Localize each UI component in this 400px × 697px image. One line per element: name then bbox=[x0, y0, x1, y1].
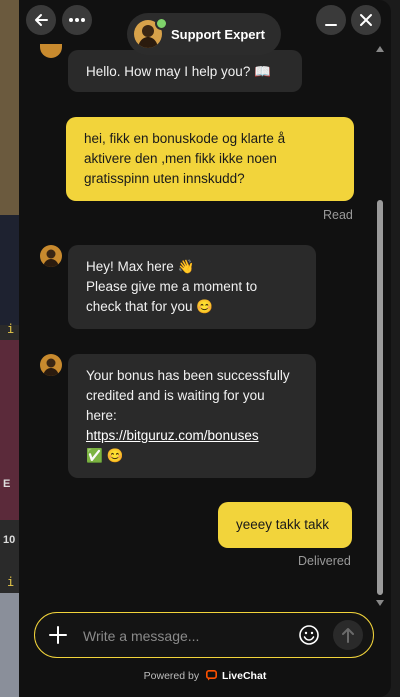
user-message: hei, fikk en bonuskode og klarte å aktiv… bbox=[66, 117, 354, 201]
minimize-button[interactable] bbox=[316, 5, 346, 35]
background-text: 10 bbox=[3, 534, 16, 546]
message-text: Please give me a moment to bbox=[86, 279, 258, 294]
message-text: check that for you 😊 bbox=[86, 299, 214, 314]
close-button[interactable] bbox=[351, 5, 381, 35]
chat-widget: Support Expert Hello. How may I help you… bbox=[19, 0, 391, 697]
read-status: Read bbox=[323, 208, 353, 222]
powered-prefix: Powered by bbox=[143, 670, 200, 682]
close-icon bbox=[360, 14, 372, 26]
message-text: gratisspinn uten innskudd? bbox=[84, 171, 245, 186]
scroll-down-icon[interactable] bbox=[376, 600, 384, 606]
info-icon[interactable]: i bbox=[7, 322, 14, 336]
message-text: hei, fikk en bonuskode og klarte å bbox=[84, 131, 286, 146]
send-button[interactable] bbox=[333, 620, 363, 650]
menu-button[interactable] bbox=[62, 5, 92, 35]
agent-message: Hey! Max here 👋 Please give me a moment … bbox=[68, 245, 316, 329]
plus-icon[interactable] bbox=[49, 626, 67, 644]
user-message: yeeey takk takk bbox=[218, 502, 352, 548]
message-scrollbar[interactable] bbox=[374, 44, 386, 610]
message-text: Hello. How may I help you? 📖 bbox=[86, 64, 271, 79]
arrow-left-icon bbox=[35, 14, 48, 26]
message-input[interactable] bbox=[81, 623, 285, 649]
scroll-up-icon[interactable] bbox=[376, 46, 384, 52]
message-list[interactable]: Hello. How may I help you? 📖 hei, fikk e… bbox=[19, 44, 371, 610]
agent-badge: Support Expert bbox=[127, 13, 281, 55]
powered-by[interactable]: Powered by LiveChat bbox=[19, 670, 391, 682]
message-text: yeeey takk takk bbox=[236, 517, 330, 532]
message-composer bbox=[34, 612, 374, 658]
brand-name: LiveChat bbox=[221, 670, 267, 682]
agent-title: Support Expert bbox=[171, 26, 265, 42]
message-text: here: bbox=[86, 408, 117, 423]
message-text: credited and is waiting for you bbox=[86, 388, 265, 403]
message-emoji: ✅ 😊 bbox=[86, 448, 124, 463]
agent-avatar bbox=[40, 354, 62, 376]
agent-message: Hello. How may I help you? 📖 bbox=[68, 50, 302, 92]
scroll-thumb[interactable] bbox=[377, 200, 383, 595]
bonus-link[interactable]: https://bitguruz.com/bonuses bbox=[86, 426, 298, 446]
arrow-up-icon bbox=[342, 628, 354, 643]
minimize-icon bbox=[325, 24, 337, 26]
agent-message: Your bonus has been successfully credite… bbox=[68, 354, 316, 478]
message-text: Hey! Max here 👋 bbox=[86, 259, 195, 274]
online-status-dot bbox=[155, 17, 168, 30]
info-icon[interactable]: i bbox=[7, 575, 14, 589]
livechat-logo-icon bbox=[206, 670, 218, 681]
message-text: Your bonus has been successfully bbox=[86, 368, 290, 383]
agent-avatar bbox=[40, 245, 62, 267]
background-text: E bbox=[3, 478, 11, 490]
message-text: aktivere den ,men fikk ikke noen bbox=[84, 151, 277, 166]
agent-avatar bbox=[40, 44, 62, 58]
delivered-status: Delivered bbox=[298, 554, 351, 568]
more-horizontal-icon bbox=[69, 18, 85, 22]
back-button[interactable] bbox=[26, 5, 56, 35]
smile-icon[interactable] bbox=[298, 624, 320, 646]
